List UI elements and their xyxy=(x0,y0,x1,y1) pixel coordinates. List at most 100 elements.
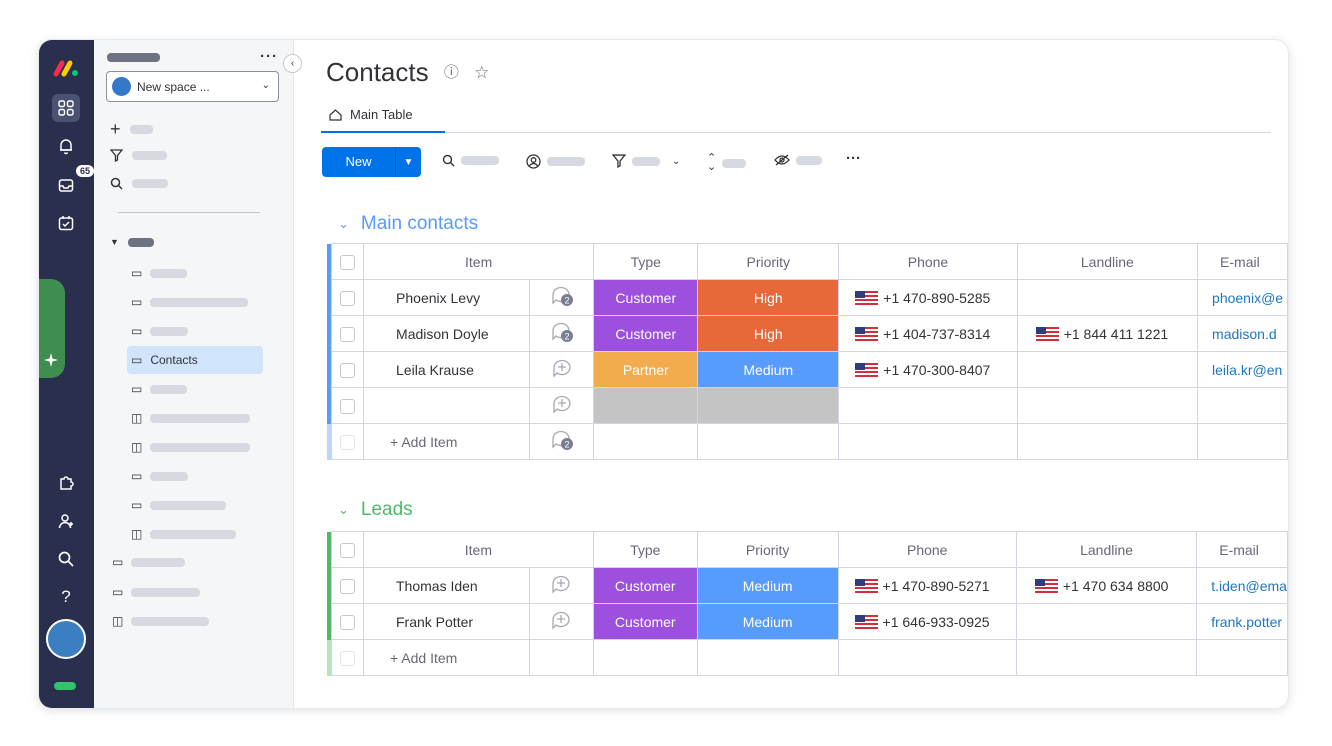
board-item[interactable]: ▭ xyxy=(127,259,263,287)
priority-cell[interactable] xyxy=(697,387,840,424)
inbox-icon[interactable]: 65 xyxy=(52,165,95,199)
priority-cell[interactable]: Medium xyxy=(697,351,840,388)
search-icon[interactable] xyxy=(52,545,80,573)
item-name[interactable]: Leila Krause xyxy=(363,351,531,388)
table-row[interactable] xyxy=(327,387,1288,424)
group-title-main-contacts[interactable]: ⌄ Main contacts xyxy=(338,213,478,235)
type-cell[interactable] xyxy=(593,387,699,424)
dashboard-item[interactable]: ◫ xyxy=(127,520,263,548)
type-cell[interactable]: Customer xyxy=(592,603,698,640)
add-item-row[interactable]: + xyxy=(110,120,153,138)
priority-cell[interactable]: Medium xyxy=(696,567,839,604)
sidebar-item-contacts[interactable]: ▭ Contacts xyxy=(127,346,263,374)
type-cell[interactable]: Customer xyxy=(593,315,699,352)
add-item-input[interactable]: + Add Item xyxy=(363,639,530,676)
type-cell[interactable]: Partner xyxy=(593,351,699,388)
email-cell[interactable]: frank.potter xyxy=(1196,603,1288,640)
sort-tool[interactable]: ⌃ ⌄ xyxy=(707,153,747,173)
dashboard-item[interactable]: ◫ xyxy=(127,404,263,432)
logo-icon[interactable] xyxy=(52,54,80,82)
workspace-selector[interactable]: New space ... ⌄ xyxy=(106,71,279,102)
email-cell[interactable]: t.iden@ema xyxy=(1196,567,1288,604)
new-item-button[interactable]: New ▼ xyxy=(322,147,421,177)
phone-cell[interactable]: +1 404-737-8314 xyxy=(838,315,1018,352)
landline-cell[interactable] xyxy=(1016,279,1199,316)
phone-cell[interactable]: +1 470-890-5271 xyxy=(837,567,1017,604)
table-row[interactable]: Thomas Iden Customer Medium +1 470-890-5… xyxy=(327,567,1288,604)
row-checkbox[interactable] xyxy=(331,279,365,316)
collapse-sidebar-button[interactable]: ‹ xyxy=(283,54,302,73)
column-header-email[interactable]: E-mail xyxy=(1197,243,1288,280)
avatar[interactable] xyxy=(46,619,86,659)
board-item[interactable]: ▭ xyxy=(108,578,244,606)
item-name[interactable]: Phoenix Levy xyxy=(363,279,531,316)
landline-cell[interactable] xyxy=(1016,351,1199,388)
board-item[interactable]: ▭ xyxy=(108,548,244,576)
person-tool[interactable] xyxy=(526,154,585,169)
landline-cell[interactable]: +1 844 411 1221 xyxy=(1016,315,1199,352)
select-all-checkbox[interactable] xyxy=(331,531,364,568)
search-row[interactable] xyxy=(110,177,168,190)
more-options-icon[interactable]: ··· xyxy=(260,48,278,65)
hide-tool[interactable] xyxy=(774,154,822,166)
info-icon[interactable]: ⓘ xyxy=(444,64,459,81)
row-checkbox[interactable] xyxy=(331,387,365,424)
ai-assistant-bar[interactable] xyxy=(39,279,65,378)
updates-icon[interactable]: 2 xyxy=(529,279,595,316)
group-title-leads[interactable]: ⌄ Leads xyxy=(338,499,413,521)
add-item-input[interactable]: + Add Item xyxy=(363,423,531,460)
priority-cell[interactable]: High xyxy=(697,315,840,352)
folder-row[interactable]: ▼ xyxy=(110,237,154,247)
email-cell[interactable] xyxy=(1197,387,1288,424)
type-cell[interactable]: Customer xyxy=(592,567,698,604)
column-header-landline[interactable]: Landline xyxy=(1015,531,1198,568)
priority-cell[interactable]: High xyxy=(697,279,840,316)
row-checkbox[interactable] xyxy=(331,639,364,676)
chevron-down-icon[interactable]: ⌄ xyxy=(338,216,349,232)
column-header-phone[interactable]: Phone xyxy=(837,531,1017,568)
row-checkbox[interactable] xyxy=(331,315,365,352)
landline-cell[interactable] xyxy=(1016,387,1199,424)
add-update-icon[interactable] xyxy=(528,567,594,604)
row-checkbox[interactable] xyxy=(331,567,364,604)
calendar-check-icon[interactable] xyxy=(52,209,80,237)
updates-icon[interactable]: 2 xyxy=(529,315,595,352)
puzzle-icon[interactable] xyxy=(52,468,80,496)
item-name[interactable]: Frank Potter xyxy=(363,603,530,640)
help-icon[interactable]: ? xyxy=(52,583,80,611)
email-cell[interactable]: leila.kr@en xyxy=(1197,351,1288,388)
email-cell[interactable]: phoenix@e xyxy=(1197,279,1288,316)
bell-icon[interactable] xyxy=(52,132,80,160)
item-name[interactable]: Thomas Iden xyxy=(363,567,530,604)
more-icon[interactable]: ··· xyxy=(846,150,861,167)
chevron-down-icon[interactable]: ▼ xyxy=(396,157,421,168)
chevron-down-icon[interactable]: ⌄ xyxy=(338,502,349,518)
add-update-icon[interactable] xyxy=(529,351,595,388)
updates-icon[interactable]: 2 xyxy=(529,423,595,460)
add-item-row[interactable]: + Add Item 2 xyxy=(327,423,1288,460)
row-checkbox[interactable] xyxy=(331,351,365,388)
phone-cell[interactable]: +1 470-300-8407 xyxy=(838,351,1018,388)
search-tool[interactable] xyxy=(442,154,499,167)
column-header-email[interactable]: E-mail xyxy=(1196,531,1288,568)
add-update-icon[interactable] xyxy=(529,387,595,424)
item-name[interactable]: Madison Doyle xyxy=(363,315,531,352)
workspaces-icon[interactable] xyxy=(52,94,80,122)
column-header-phone[interactable]: Phone xyxy=(838,243,1018,280)
invite-user-icon[interactable] xyxy=(52,507,80,535)
email-cell[interactable]: madison.d xyxy=(1197,315,1288,352)
row-checkbox[interactable] xyxy=(331,423,365,460)
table-row[interactable]: Phoenix Levy 2 Customer High +1 470-890-… xyxy=(327,279,1288,316)
add-update-icon[interactable] xyxy=(528,603,594,640)
table-row[interactable]: Leila Krause Partner Medium +1 470-300-8… xyxy=(327,351,1288,388)
column-header-priority[interactable]: Priority xyxy=(697,243,840,280)
board-item[interactable]: ▭ xyxy=(127,317,263,345)
phone-cell[interactable] xyxy=(838,387,1018,424)
chevron-down-icon[interactable]: ⌄ xyxy=(672,156,680,167)
column-header-item[interactable]: Item xyxy=(363,531,594,568)
star-icon[interactable]: ☆ xyxy=(474,63,489,82)
filter-row[interactable] xyxy=(110,149,167,162)
select-all-checkbox[interactable] xyxy=(331,243,365,280)
column-header-item[interactable]: Item xyxy=(363,243,595,280)
board-item[interactable]: ▭ xyxy=(127,288,263,316)
